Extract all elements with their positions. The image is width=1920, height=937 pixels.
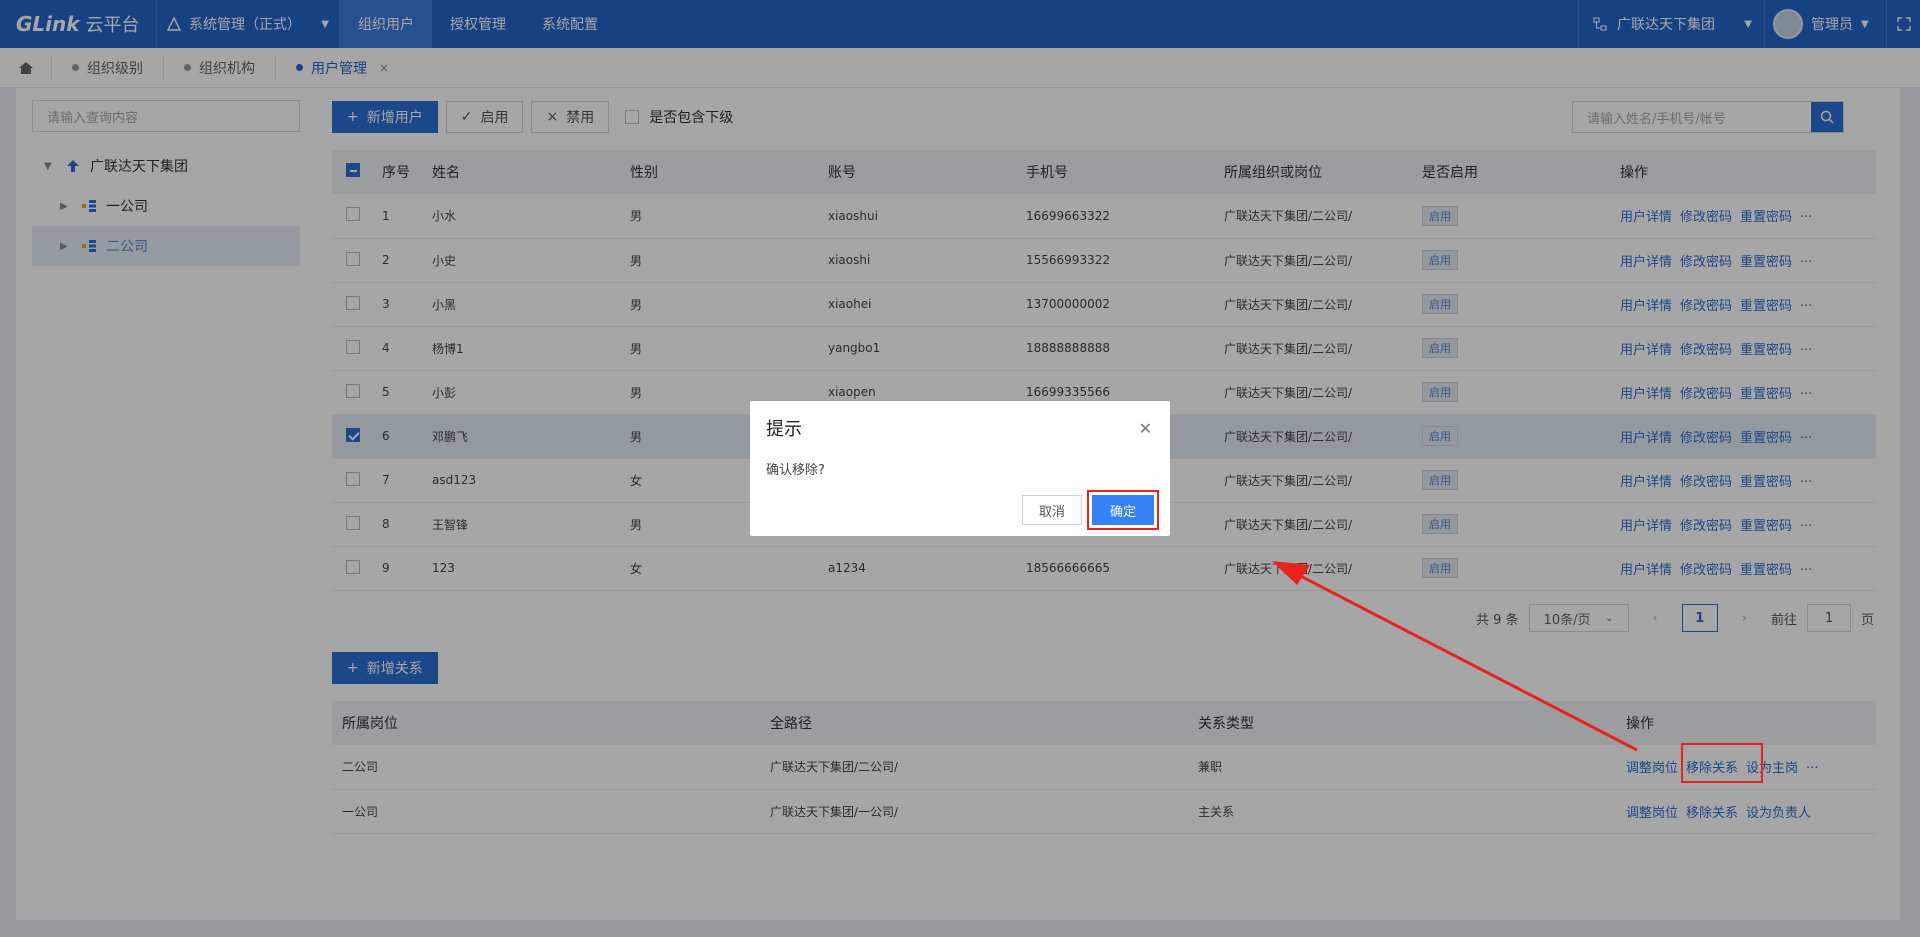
dialog-message: 确认移除? xyxy=(766,463,825,478)
annotation-highlight-ok xyxy=(1087,490,1159,530)
confirm-dialog: 提示 ✕ 确认移除? 取消 确定 xyxy=(750,401,1170,536)
dialog-title: 提示 xyxy=(766,419,802,440)
close-icon[interactable]: ✕ xyxy=(1139,419,1152,438)
cancel-button[interactable]: 取消 xyxy=(1022,495,1082,525)
